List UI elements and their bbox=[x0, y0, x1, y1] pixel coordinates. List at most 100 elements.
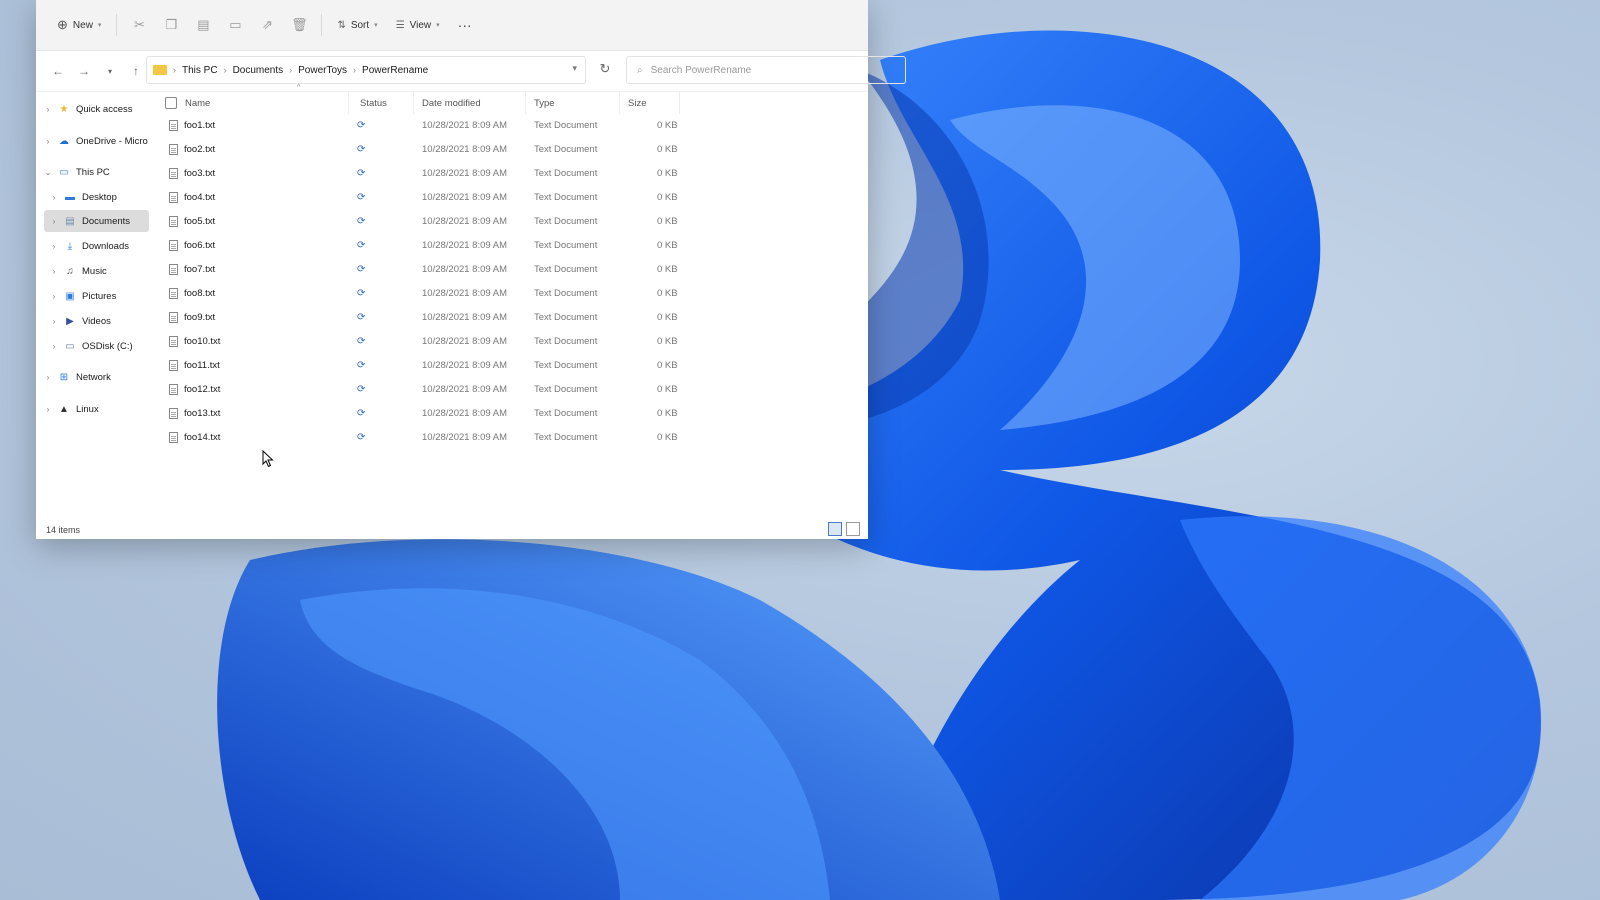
file-name-cell[interactable]: foo11.txt bbox=[169, 354, 220, 376]
file-name: foo1.txt bbox=[184, 119, 216, 131]
file-name-cell[interactable]: foo5.txt bbox=[169, 210, 215, 232]
sidebar-item-this-pc[interactable]: ⌄ ▭ This PC bbox=[42, 161, 110, 183]
file-name-cell[interactable]: foo10.txt bbox=[169, 330, 220, 352]
file-name-cell[interactable]: foo12.txt bbox=[169, 378, 220, 400]
sidebar-item-quick-access[interactable]: › ★ Quick access bbox=[42, 98, 133, 120]
sidebar-item-videos[interactable]: › ▶ Videos bbox=[48, 310, 111, 332]
up-arrow-icon[interactable]: ↑ bbox=[124, 59, 148, 83]
file-row[interactable]: foo12.txt ⟳ 10/28/2021 8:09 AM Text Documen… bbox=[159, 378, 679, 400]
sidebar-item-downloads[interactable]: › ⤓ Downloads bbox=[48, 235, 129, 257]
chevron-right-icon[interactable]: › bbox=[42, 405, 54, 414]
address-bar[interactable]: › This PC › Documents › PowerToys › Powe… bbox=[146, 56, 586, 84]
cut-icon[interactable]: ✂ bbox=[125, 11, 153, 39]
more-options-button[interactable]: ··· bbox=[451, 11, 479, 39]
rename-icon[interactable]: ▭ bbox=[221, 11, 249, 39]
item-count: 14 items bbox=[46, 525, 81, 535]
address-dropdown-chevron-icon[interactable]: ▾ bbox=[572, 63, 577, 74]
chevron-right-icon[interactable]: › bbox=[42, 105, 54, 114]
file-name-cell[interactable]: foo4.txt bbox=[169, 186, 215, 208]
file-name-cell[interactable]: foo7.txt bbox=[169, 258, 215, 280]
chevron-right-icon[interactable]: › bbox=[48, 242, 60, 251]
chevron-right-icon[interactable]: › bbox=[42, 373, 54, 382]
recent-locations-chevron-icon[interactable]: ▾ bbox=[98, 59, 122, 83]
sidebar-item-pictures[interactable]: › ▣ Pictures bbox=[48, 285, 117, 307]
breadcrumb-this-pc[interactable]: This PC bbox=[182, 65, 218, 76]
sidebar-item-label: Downloads bbox=[82, 240, 129, 252]
new-button[interactable]: ⊕ New ▾ bbox=[50, 11, 108, 39]
file-row[interactable]: foo5.txt ⟳ 10/28/2021 8:09 AM Text Document… bbox=[159, 210, 679, 232]
sync-status-icon: ⟳ bbox=[357, 407, 366, 419]
file-date: 10/28/2021 8:09 AM bbox=[422, 191, 508, 203]
select-all-checkbox[interactable] bbox=[165, 97, 177, 109]
chevron-right-icon[interactable]: › bbox=[48, 193, 60, 202]
file-row[interactable]: foo11.txt ⟳ 10/28/2021 8:09 AM Text Documen… bbox=[159, 354, 679, 376]
forward-arrow-icon[interactable]: → bbox=[72, 59, 96, 83]
chevron-right-icon[interactable]: › bbox=[48, 217, 60, 226]
file-row[interactable]: foo3.txt ⟳ 10/28/2021 8:09 AM Text Document… bbox=[159, 162, 679, 184]
file-row[interactable]: foo10.txt ⟳ 10/28/2021 8:09 AM Text Documen… bbox=[159, 330, 679, 352]
file-name-cell[interactable]: foo3.txt bbox=[169, 162, 215, 184]
chevron-right-icon: › bbox=[173, 65, 176, 75]
file-name-cell[interactable]: foo9.txt bbox=[169, 306, 215, 328]
column-header-date-modified[interactable]: Date modified bbox=[416, 92, 526, 114]
sidebar-item-documents[interactable]: › ▤ Documents bbox=[44, 210, 149, 232]
breadcrumb-documents[interactable]: Documents bbox=[233, 65, 284, 76]
file-name: foo7.txt bbox=[184, 263, 216, 275]
file-name-cell[interactable]: foo6.txt bbox=[169, 234, 215, 256]
file-name-cell[interactable]: foo1.txt bbox=[169, 114, 215, 136]
chevron-right-icon: › bbox=[289, 65, 293, 75]
chevron-right-icon[interactable]: › bbox=[48, 317, 60, 326]
chevron-right-icon[interactable]: › bbox=[48, 267, 60, 276]
column-header-status[interactable]: Status bbox=[354, 92, 414, 114]
sidebar-item-linux[interactable]: › ▲ Linux bbox=[42, 398, 99, 420]
file-name-cell[interactable]: foo8.txt bbox=[169, 282, 215, 304]
sidebar-item-network[interactable]: › ⊞ Network bbox=[42, 366, 111, 388]
details-view-icon[interactable] bbox=[828, 522, 842, 536]
file-size: 0 KB bbox=[657, 407, 678, 419]
chevron-right-icon[interactable]: › bbox=[48, 342, 60, 351]
file-row[interactable]: foo6.txt ⟳ 10/28/2021 8:09 AM Text Document… bbox=[159, 234, 679, 256]
column-header-size[interactable]: Size bbox=[622, 92, 680, 114]
breadcrumb-powertoys[interactable]: PowerToys bbox=[298, 65, 347, 76]
file-size: 0 KB bbox=[657, 167, 678, 179]
refresh-icon[interactable]: ↻ bbox=[592, 56, 618, 82]
search-input[interactable]: ⌕ Search PowerRename bbox=[626, 56, 906, 84]
file-name-cell[interactable]: foo2.txt bbox=[169, 138, 215, 160]
tiles-view-icon[interactable] bbox=[846, 522, 860, 536]
copy-icon[interactable]: ❐ bbox=[157, 11, 185, 39]
file-row[interactable]: foo8.txt ⟳ 10/28/2021 8:09 AM Text Document… bbox=[159, 282, 679, 304]
sidebar-item-osdisk[interactable]: › ▭ OSDisk (C:) bbox=[48, 335, 133, 357]
file-size: 0 KB bbox=[657, 215, 678, 227]
file-row[interactable]: foo14.txt ⟳ 10/28/2021 8:09 AM Text Documen… bbox=[159, 426, 679, 448]
view-button[interactable]: ☰ View ▾ bbox=[389, 11, 447, 39]
chevron-down-icon[interactable]: ⌄ bbox=[42, 168, 54, 177]
file-type: Text Document bbox=[534, 311, 598, 323]
file-size: 0 KB bbox=[657, 239, 678, 251]
sidebar-item-music[interactable]: › ♫ Music bbox=[48, 260, 107, 282]
chevron-right-icon[interactable]: › bbox=[48, 292, 60, 301]
paste-icon[interactable]: ▤ bbox=[189, 11, 217, 39]
file-row[interactable]: foo2.txt ⟳ 10/28/2021 8:09 AM Text Document… bbox=[159, 138, 679, 160]
breadcrumb-powerrename[interactable]: PowerRename bbox=[362, 65, 428, 76]
sidebar-item-onedrive[interactable]: › ☁ OneDrive - Micro bbox=[42, 130, 148, 152]
sort-button[interactable]: ⇅ Sort ▾ bbox=[330, 11, 384, 39]
file-date: 10/28/2021 8:09 AM bbox=[422, 431, 508, 443]
delete-icon[interactable]: 🗑 bbox=[285, 11, 313, 39]
sidebar-item-desktop[interactable]: › ▬ Desktop bbox=[48, 186, 117, 208]
back-arrow-icon[interactable]: ← bbox=[46, 59, 70, 83]
file-row[interactable]: foo9.txt ⟳ 10/28/2021 8:09 AM Text Document… bbox=[159, 306, 679, 328]
text-file-icon bbox=[169, 407, 178, 419]
share-icon[interactable]: ⇗ bbox=[253, 11, 281, 39]
column-header-type[interactable]: Type bbox=[528, 92, 620, 114]
file-row[interactable]: foo13.txt ⟳ 10/28/2021 8:09 AM Text Documen… bbox=[159, 402, 679, 424]
sidebar-item-label: OSDisk (C:) bbox=[82, 340, 133, 352]
file-row[interactable]: foo7.txt ⟳ 10/28/2021 8:09 AM Text Document… bbox=[159, 258, 679, 280]
file-name-cell[interactable]: foo14.txt bbox=[169, 426, 220, 448]
chevron-right-icon[interactable]: › bbox=[42, 137, 54, 146]
command-bar: ⊕ New ▾ ✂ ❐ ▤ ▭ ⇗ 🗑 ⇅ Sort ▾ ☰ View ▾ ··… bbox=[36, 0, 868, 51]
file-name-cell[interactable]: foo13.txt bbox=[169, 402, 220, 424]
column-header-name[interactable]: Name ^ bbox=[159, 84, 349, 114]
file-row[interactable]: foo4.txt ⟳ 10/28/2021 8:09 AM Text Document… bbox=[159, 186, 679, 208]
column-header-label: Status bbox=[360, 97, 387, 109]
file-row[interactable]: foo1.txt ⟳ 10/28/2021 8:09 AM Text Document… bbox=[159, 114, 679, 136]
